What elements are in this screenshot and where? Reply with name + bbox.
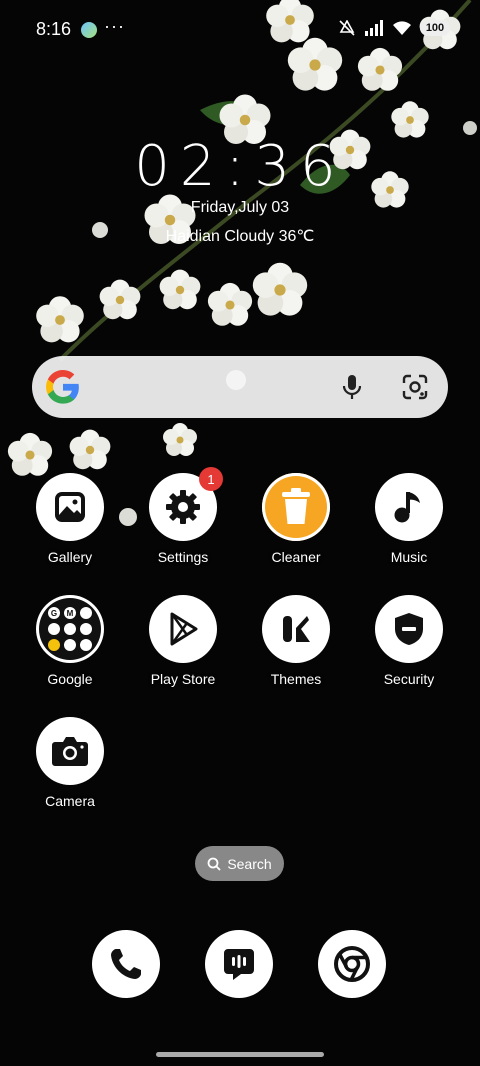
music-note-icon [375, 473, 443, 541]
shield-icon [375, 595, 443, 663]
app-settings[interactable]: 1 Settings [131, 467, 235, 565]
gear-icon: 1 [149, 467, 223, 541]
svg-text:G: G [51, 609, 57, 618]
app-label: Camera [45, 793, 95, 809]
app-label: Security [383, 671, 435, 687]
app-cleaner[interactable]: Cleaner [244, 473, 348, 565]
gallery-icon [36, 473, 104, 541]
app-notification-icon [81, 22, 97, 38]
signal-icon [365, 20, 383, 36]
clock-time[interactable]: 02:36 [0, 134, 480, 199]
google-logo-icon [46, 370, 79, 404]
status-time: 8:16 [36, 19, 72, 39]
dock-chrome[interactable] [318, 930, 386, 998]
app-label: Music [390, 549, 428, 565]
chrome-icon [334, 946, 370, 982]
battery-indicator: 100 [420, 20, 450, 36]
app-google-folder[interactable]: G M Google [18, 595, 122, 687]
camera-icon [36, 717, 104, 785]
themes-icon [262, 595, 330, 663]
app-music[interactable]: Music [357, 473, 461, 565]
app-label: Google [47, 671, 93, 687]
weather-info[interactable]: Haidian Cloudy 36℃ [0, 226, 480, 246]
phone-icon [111, 949, 141, 979]
dock-messages[interactable] [205, 930, 273, 998]
dock-phone[interactable] [92, 930, 160, 998]
svg-text:M: M [67, 609, 74, 618]
search-icon [207, 857, 221, 871]
no-notification-icon [339, 20, 355, 36]
wifi-icon [393, 21, 411, 35]
more-notifications-icon: ··· [104, 16, 125, 36]
app-label: Settings [157, 549, 209, 565]
google-search-bar[interactable] [32, 356, 448, 418]
notification-badge: 1 [199, 467, 223, 491]
app-label: Themes [270, 671, 322, 687]
app-label: Play Store [150, 671, 216, 687]
status-bar: 8:16 ··· 100 [0, 0, 480, 60]
messages-icon [224, 949, 254, 980]
status-indicators: 100 [338, 20, 450, 36]
app-gallery[interactable]: Gallery [18, 473, 122, 565]
app-themes[interactable]: Themes [244, 595, 348, 687]
app-label: Cleaner [271, 549, 321, 565]
app-camera[interactable]: Camera [18, 717, 122, 809]
search-pill-label: Search [227, 855, 272, 872]
clock-date[interactable]: Friday,July 03 [0, 199, 480, 217]
gesture-nav-handle[interactable] [156, 1052, 324, 1057]
mic-icon[interactable] [340, 374, 364, 400]
lens-icon[interactable] [402, 374, 428, 400]
app-play-store[interactable]: Play Store [131, 595, 235, 687]
google-folder-icon: G M [36, 595, 104, 663]
play-store-icon [149, 595, 217, 663]
app-label: Gallery [47, 549, 93, 565]
app-search-button[interactable]: Search [195, 846, 284, 881]
trash-icon [262, 473, 330, 541]
app-security[interactable]: Security [357, 595, 461, 687]
